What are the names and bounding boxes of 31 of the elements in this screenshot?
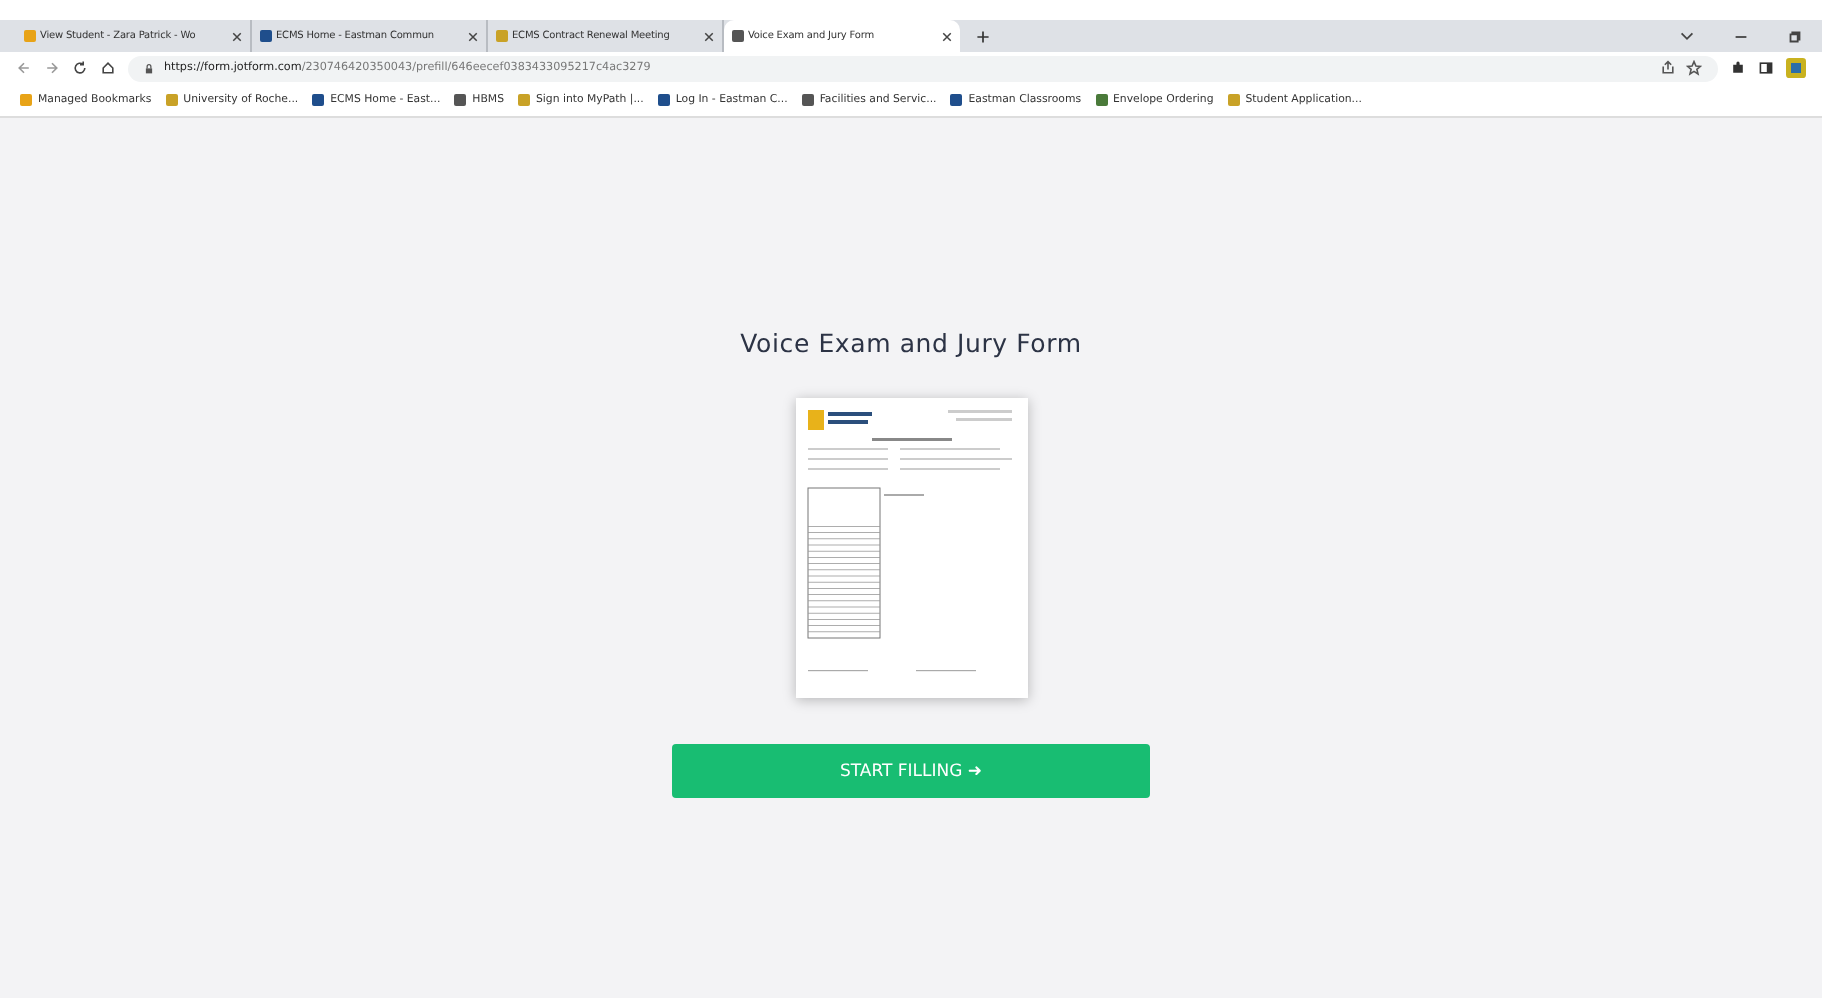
profile-avatar-icon[interactable]: [1786, 58, 1806, 78]
close-icon[interactable]: [942, 31, 952, 41]
site-icon: [454, 94, 467, 106]
close-icon[interactable]: [704, 31, 714, 41]
star-icon[interactable]: [1686, 60, 1702, 76]
close-icon[interactable]: [468, 31, 478, 41]
site-icon: [260, 30, 272, 42]
site-icon: [732, 30, 744, 42]
lock-icon: [144, 63, 154, 73]
site-icon: [165, 94, 178, 106]
share-icon[interactable]: [1660, 60, 1676, 76]
site-icon: [24, 30, 36, 42]
home-icon[interactable]: [100, 60, 116, 76]
back-icon[interactable]: [16, 60, 32, 76]
chevron-icon[interactable]: [1678, 27, 1696, 45]
forward-icon[interactable]: [44, 60, 60, 76]
site-icon: [312, 94, 325, 106]
site-icon: [20, 94, 32, 106]
reload-icon[interactable]: [72, 60, 88, 76]
form-title: Voice Exam and Jury Form: [740, 328, 1082, 358]
site-icon: [1095, 94, 1108, 106]
site-icon: [950, 94, 963, 106]
site-icon: [657, 94, 670, 106]
site-icon: [1227, 94, 1240, 106]
site-icon: [801, 94, 814, 106]
close-icon[interactable]: [232, 31, 242, 41]
restore-icon[interactable]: [1786, 27, 1804, 45]
site-icon: [496, 30, 508, 42]
side-panel-icon[interactable]: [1758, 60, 1774, 76]
new-tab-icon[interactable]: [976, 29, 990, 43]
site-icon: [518, 94, 530, 106]
